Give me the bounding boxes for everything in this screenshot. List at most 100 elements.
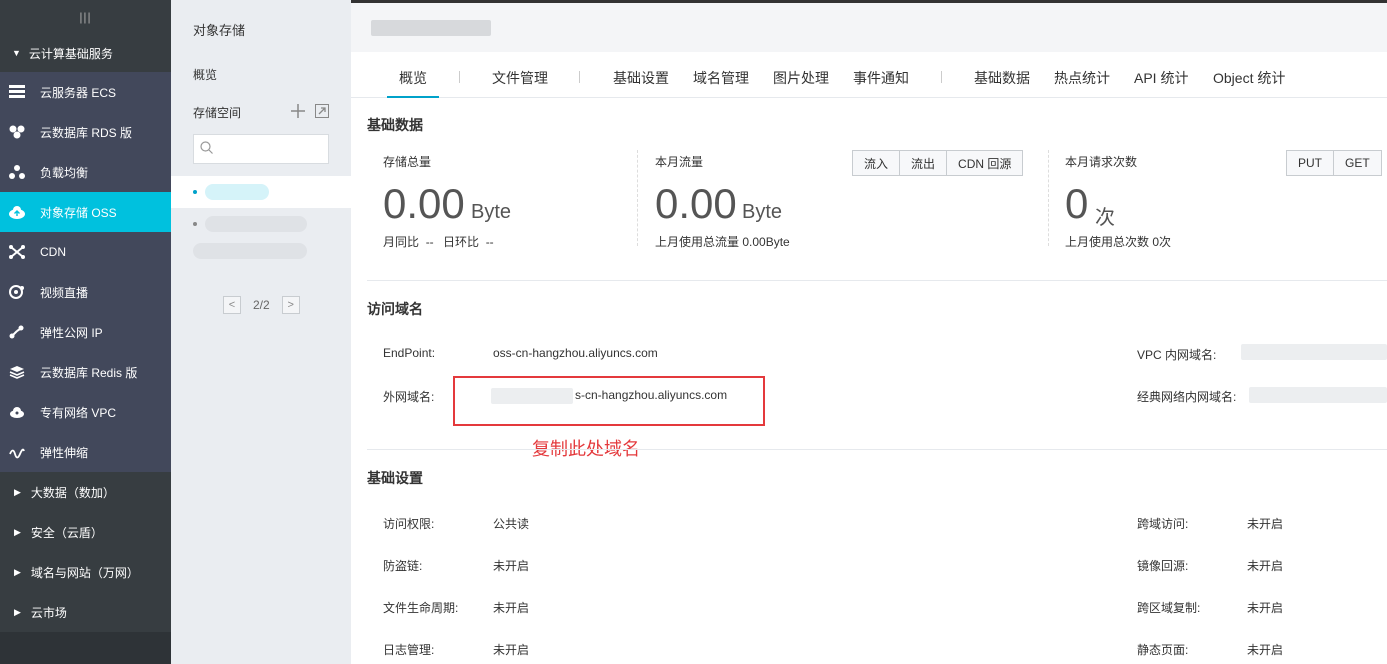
tab-image-processing[interactable]: 图片处理 xyxy=(773,68,829,98)
logging-value: 未开启 xyxy=(493,643,530,657)
traffic-in-button[interactable]: 流入 xyxy=(852,150,901,176)
sidebar-item-cdn[interactable]: CDN xyxy=(0,232,171,272)
main-sidebar: ||| ▼ 云计算基础服务 云服务器 ECS 云数据库 RDS 版 负载均衡 对… xyxy=(0,0,171,664)
bucket-pager: < 2/2 > xyxy=(223,296,300,314)
sidebar-item-label: CDN xyxy=(40,245,66,259)
bucket-search-input[interactable] xyxy=(193,134,329,164)
nav-group-label: 云市场 xyxy=(30,605,67,620)
mirror-value: 未开启 xyxy=(1247,559,1284,573)
basic-data-title: 基础数据 xyxy=(367,117,423,133)
caret-right-icon: ▶ xyxy=(14,606,21,617)
nav-group-label: 云计算基础服务 xyxy=(28,46,113,61)
nav-group-domain[interactable]: ▶ 域名与网站（万网） xyxy=(0,552,171,592)
subnav-title: 对象存储 xyxy=(193,23,246,38)
lifecycle-label: 文件生命周期: xyxy=(383,601,459,615)
lifecycle-value: 未开启 xyxy=(493,601,530,615)
traffic-unit: Byte xyxy=(742,201,783,223)
nav-group-bigdata[interactable]: ▶ 大数据（数加） xyxy=(0,472,171,512)
stat-divider xyxy=(1048,150,1049,246)
acl-value: 公共读 xyxy=(493,517,530,531)
sidebar-item-live[interactable]: 视频直播 xyxy=(0,272,171,312)
nav-group-market[interactable]: ▶ 云市场 xyxy=(0,592,171,632)
mirror-label: 镜像回源: xyxy=(1137,559,1189,573)
nav-group-security[interactable]: ▶ 安全（云盾） xyxy=(0,512,171,552)
endpoint-value: oss-cn-hangzhou.aliyuncs.com xyxy=(493,346,658,360)
autoscaling-icon xyxy=(8,443,26,461)
tab-bar: 概览 文件管理 基础设置 域名管理 图片处理 事件通知 基础数据 热点统计 AP… xyxy=(351,52,1387,98)
dod-label: 日环比 xyxy=(443,235,480,249)
redis-icon xyxy=(8,363,26,381)
get-button[interactable]: GET xyxy=(1333,150,1382,176)
load-balancer-icon xyxy=(8,163,26,181)
stat-divider xyxy=(637,150,638,246)
highlight-box xyxy=(453,376,765,426)
traffic-out-button[interactable]: 流出 xyxy=(899,150,948,176)
caret-right-icon: ▶ xyxy=(14,566,21,577)
traffic-label: 本月流量 xyxy=(655,155,704,169)
section-divider xyxy=(367,280,1387,281)
mom-value: -- xyxy=(425,235,434,249)
tab-separator xyxy=(941,71,942,83)
tab-event-notify[interactable]: 事件通知 xyxy=(853,68,909,98)
sidebar-item-vpc[interactable]: 专有网络 VPC xyxy=(0,392,171,432)
caret-right-icon: ▶ xyxy=(14,486,21,497)
open-external-icon[interactable] xyxy=(315,103,329,121)
tab-files[interactable]: 文件管理 xyxy=(492,68,548,98)
sidebar-item-oss[interactable]: 对象存储 OSS xyxy=(0,192,171,232)
requests-label: 本月请求次数 xyxy=(1065,155,1138,169)
external-domain-label: 外网域名: xyxy=(383,390,435,404)
nav-group-label: 域名与网站（万网） xyxy=(30,565,139,580)
bucket-name-redacted xyxy=(193,243,307,259)
sidebar-item-redis[interactable]: 云数据库 Redis 版 xyxy=(0,352,171,392)
tab-api-stats[interactable]: API 统计 xyxy=(1134,68,1188,98)
bucket-item[interactable] xyxy=(171,240,351,262)
prev-page-icon[interactable]: < xyxy=(223,296,241,314)
bucket-item[interactable] xyxy=(171,176,351,208)
bucket-list-header: 存储空间 xyxy=(171,90,351,134)
sidebar-item-label: 云服务器 ECS xyxy=(40,85,117,100)
sidebar-item-label: 视频直播 xyxy=(40,285,89,300)
subnav-overview-link[interactable]: 概览 xyxy=(171,56,351,90)
tab-domains[interactable]: 域名管理 xyxy=(693,68,749,98)
sidebar-item-label: 对象存储 OSS xyxy=(40,205,117,220)
bucket-title-redacted xyxy=(371,20,491,36)
hamburger-icon[interactable]: ||| xyxy=(0,0,171,34)
sidebar-item-ecs[interactable]: 云服务器 ECS xyxy=(0,72,171,112)
sidebar-item-rds[interactable]: 云数据库 RDS 版 xyxy=(0,112,171,152)
referer-value: 未开启 xyxy=(493,559,530,573)
requests-unit: 次 xyxy=(1095,207,1115,229)
tab-overview[interactable]: 概览 xyxy=(387,68,439,98)
vpc-icon xyxy=(8,403,26,421)
sidebar-item-slb[interactable]: 负载均衡 xyxy=(0,152,171,192)
sidebar-item-label: 专有网络 VPC xyxy=(40,405,117,420)
tab-basic-settings[interactable]: 基础设置 xyxy=(613,68,669,98)
tab-basic-data[interactable]: 基础数据 xyxy=(974,68,1030,98)
nav-group-cloud-basic[interactable]: ▼ 云计算基础服务 xyxy=(0,34,171,72)
domains-title: 访问域名 xyxy=(367,301,423,317)
nav-group-label: 安全（云盾） xyxy=(30,525,103,540)
next-page-icon[interactable]: > xyxy=(281,296,300,314)
tab-hotspot-stats[interactable]: 热点统计 xyxy=(1054,68,1110,98)
requests-last-month: 上月使用总次数 0次 xyxy=(1065,235,1172,249)
tab-separator xyxy=(579,71,580,83)
caret-right-icon: ▶ xyxy=(14,526,21,537)
classic-domain-label: 经典网络内网域名: xyxy=(1137,390,1237,404)
caret-down-icon: ▼ xyxy=(12,48,21,58)
replication-label: 跨区域复制: xyxy=(1137,601,1201,615)
sidebar-item-eip[interactable]: 弹性公网 IP xyxy=(0,312,171,352)
bucket-dot-icon xyxy=(193,222,197,226)
sidebar-item-ess[interactable]: 弹性伸缩 xyxy=(0,432,171,472)
traffic-cdn-button[interactable]: CDN 回源 xyxy=(946,150,1024,176)
sidebar-item-label: 弹性伸缩 xyxy=(40,445,89,460)
static-page-label: 静态页面: xyxy=(1137,643,1189,657)
vpc-domain-label: VPC 内网域名: xyxy=(1137,348,1217,362)
live-video-icon xyxy=(8,283,26,301)
tab-object-stats[interactable]: Object 统计 xyxy=(1213,68,1285,98)
add-icon[interactable] xyxy=(291,103,305,121)
traffic-last-month: 上月使用总流量 0.00Byte xyxy=(655,235,790,249)
put-button[interactable]: PUT xyxy=(1286,150,1334,176)
sidebar-footer xyxy=(0,632,171,664)
bucket-item[interactable] xyxy=(171,208,351,240)
bucket-list-label: 存储空间 xyxy=(193,105,242,120)
bucket-title-bar xyxy=(351,0,1387,52)
